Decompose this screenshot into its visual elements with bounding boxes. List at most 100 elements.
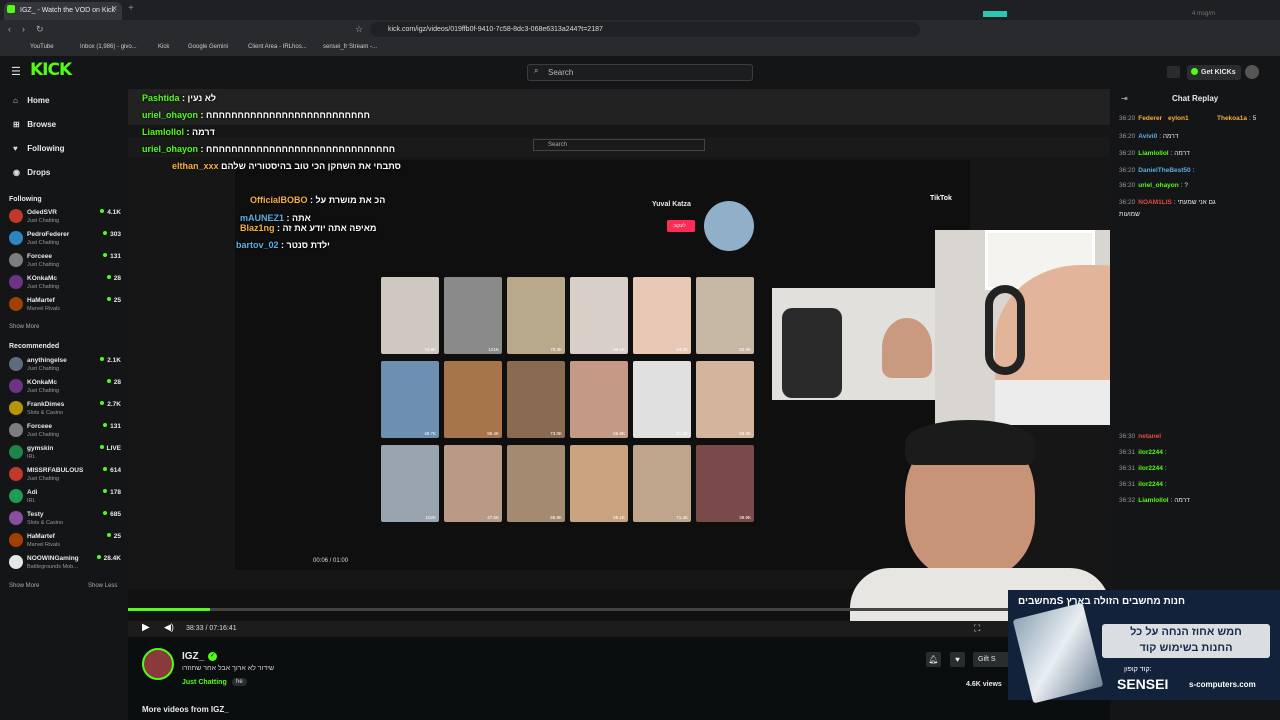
- video-progress-bar[interactable]: [128, 608, 1110, 611]
- gift-sub-button[interactable]: Gift S: [973, 652, 1010, 667]
- sidebar: ⌂ Home ⊞ Browse ♥ Following ◉ Drops Foll…: [0, 89, 128, 720]
- person-head: [882, 318, 932, 378]
- notification-bell-icon[interactable]: 🔔︎: [926, 652, 941, 667]
- channel-name: Testy: [27, 511, 44, 518]
- chat-username[interactable]: Thekoa1a: [1217, 115, 1247, 122]
- channel-category: IRL: [27, 498, 36, 504]
- nav-home[interactable]: ⌂ Home: [13, 96, 49, 105]
- tiktok-video-thumbnail: 74.8K: [381, 277, 439, 354]
- chat-username[interactable]: Avivi0: [1138, 133, 1157, 140]
- volume-icon[interactable]: ◀): [164, 622, 174, 633]
- chat-username[interactable]: Liamlollol: [1138, 497, 1168, 504]
- overlay-chat-user: elthan_xxx: [172, 161, 219, 171]
- collapse-chat-icon[interactable]: ⇥: [1121, 94, 1128, 103]
- viewer-count: 303: [103, 231, 121, 238]
- show-more-recommended[interactable]: Show More: [9, 583, 39, 589]
- chat-message: 36:30 netanel: [1119, 433, 1163, 440]
- sidebar-channel[interactable]: gymskin IRL LIVE: [9, 442, 121, 462]
- play-icon[interactable]: ▶: [142, 622, 150, 633]
- fullscreen-icon[interactable]: ⛶: [974, 623, 980, 634]
- heart-icon: ♥: [13, 144, 18, 153]
- channel-avatar: [9, 467, 23, 481]
- follow-heart-icon[interactable]: ♥: [950, 652, 965, 667]
- chat-username[interactable]: NOAM1LIS: [1138, 199, 1172, 206]
- bookmark-star-icon[interactable]: ☆: [355, 24, 363, 35]
- sidebar-channel[interactable]: KOnkaMc Just Chatting 28: [9, 272, 121, 292]
- sidebar-channel[interactable]: Forceee Just Chatting 131: [9, 420, 121, 440]
- sidebar-channel[interactable]: HaMartef Marvel Rivals 25: [9, 294, 121, 314]
- browser-tab[interactable]: IGZ_ - Watch the VOD on Kick: [4, 2, 122, 20]
- bookmark-youtube[interactable]: YouTube: [30, 44, 54, 50]
- chat-text: שמועות: [1119, 211, 1140, 218]
- sidebar-channel[interactable]: OdedSVR Just Chatting 4.1K: [9, 206, 121, 226]
- chat-username[interactable]: Liamlollol: [1138, 150, 1168, 157]
- new-tab-icon[interactable]: +: [128, 3, 134, 14]
- reload-icon[interactable]: ↻: [36, 24, 44, 35]
- bookmark-sensei[interactable]: sensei_fr Stream -...: [323, 44, 377, 50]
- chat-username[interactable]: ilor2244: [1138, 465, 1163, 472]
- bookmark-gemini[interactable]: Google Gemini: [188, 44, 228, 50]
- sidebar-channel[interactable]: NOOWINGaming Battlegrounds Mob... 28.4K: [9, 552, 121, 572]
- search-input[interactable]: Search: [527, 64, 753, 81]
- nav-browse[interactable]: ⊞ Browse: [13, 120, 56, 129]
- show-more-following[interactable]: Show More: [9, 324, 39, 330]
- theater-mode-icon[interactable]: [1167, 66, 1180, 78]
- chat-username[interactable]: Federer: [1138, 115, 1162, 122]
- sidebar-channel[interactable]: FrankDimes Slots & Casino 2.7K: [9, 398, 121, 418]
- tiktok-profile-name: Yuval Katza: [652, 201, 691, 208]
- viewer-count: 28: [107, 275, 121, 282]
- sidebar-channel[interactable]: Testy Slots & Casino 685: [9, 508, 121, 528]
- sidebar-channel[interactable]: anythingelse Just Chatting 2.1K: [9, 354, 121, 374]
- viewer-count: 131: [103, 253, 121, 260]
- channel-avatar[interactable]: [142, 648, 174, 680]
- kick-logo[interactable]: KICK: [30, 60, 72, 80]
- overlay-chat-message: Blaz1ng : מאיפה אתה יודע את זה: [240, 223, 376, 233]
- chat-message: 36:31 ilor2244:: [1119, 481, 1167, 488]
- back-icon[interactable]: ‹: [8, 24, 11, 34]
- chat-username[interactable]: eylon1: [1168, 115, 1189, 122]
- channel-name: gymskin: [27, 445, 54, 452]
- bookmark-kick[interactable]: Kick: [158, 44, 169, 50]
- show-less-recommended[interactable]: Show Less: [88, 583, 117, 589]
- sidebar-channel[interactable]: Forceee Just Chatting 131: [9, 250, 121, 270]
- viewer-count: 4.1K: [100, 209, 121, 216]
- chat-username[interactable]: ilor2244: [1138, 449, 1163, 456]
- close-tab-icon[interactable]: ✕: [111, 4, 118, 13]
- overlay-chat-text: : מאיפה אתה יודע את זה: [277, 223, 377, 233]
- channel-name: HaMartef: [27, 533, 55, 540]
- channel-name[interactable]: IGZ_: [182, 651, 204, 662]
- thumbnail-views: 48.7K: [424, 431, 436, 436]
- tiktok-video-thumbnail: 64.2K: [633, 277, 691, 354]
- viewer-count: 2.1K: [100, 357, 121, 364]
- overlay-chat-message: bartov_02 : ילדת סנטר: [236, 240, 330, 250]
- viewer-count: 25: [107, 297, 121, 304]
- chat-username[interactable]: uriel_ohayon: [1138, 182, 1178, 189]
- bookmark-inbox[interactable]: Inbox (1,986) - givo...: [80, 44, 137, 50]
- chat-message: 36:32 Liamlollol: דרמה: [1119, 497, 1190, 504]
- channel-name: OdedSVR: [27, 209, 57, 216]
- bookmark-client-area[interactable]: Client Area - IRLhos...: [248, 44, 307, 50]
- extension-rate-label: 4 msg/m: [1191, 11, 1215, 17]
- sidebar-channel[interactable]: MISSRFABULOUS Just Chatting 614: [9, 464, 121, 484]
- tiktok-profile-avatar: [704, 201, 754, 251]
- overlay-chat-user: Liamlollol: [142, 127, 185, 137]
- address-bar[interactable]: kick.com/igz/videos/019ffb0f-9410-7c58-8…: [370, 22, 920, 37]
- forward-icon[interactable]: ›: [22, 24, 25, 34]
- sidebar-channel[interactable]: PedroFederer Just Chatting 303: [9, 228, 121, 248]
- chat-username[interactable]: netanel: [1138, 433, 1161, 440]
- stream-category[interactable]: Just Chatting: [182, 679, 227, 686]
- sidebar-channel[interactable]: KOnkaMc Just Chatting 28: [9, 376, 121, 396]
- menu-icon[interactable]: ☰: [11, 65, 21, 78]
- nav-drops[interactable]: ◉ Drops: [13, 168, 50, 177]
- language-tag[interactable]: he: [232, 678, 247, 686]
- channel-avatar: [9, 253, 23, 267]
- chat-message: 36:20 Federer: [1119, 115, 1164, 122]
- chat-text: :: [1164, 449, 1167, 456]
- sidebar-channel[interactable]: Adi IRL 178: [9, 486, 121, 506]
- nav-following[interactable]: ♥ Following: [13, 144, 65, 153]
- user-avatar[interactable]: [1245, 65, 1259, 79]
- sidebar-channel[interactable]: HaMartef Marvel Rivals 25: [9, 530, 121, 550]
- channel-category: Just Chatting: [27, 476, 60, 482]
- chat-username[interactable]: ilor2244: [1138, 481, 1163, 488]
- chat-username[interactable]: DanielTheBest50: [1138, 167, 1190, 174]
